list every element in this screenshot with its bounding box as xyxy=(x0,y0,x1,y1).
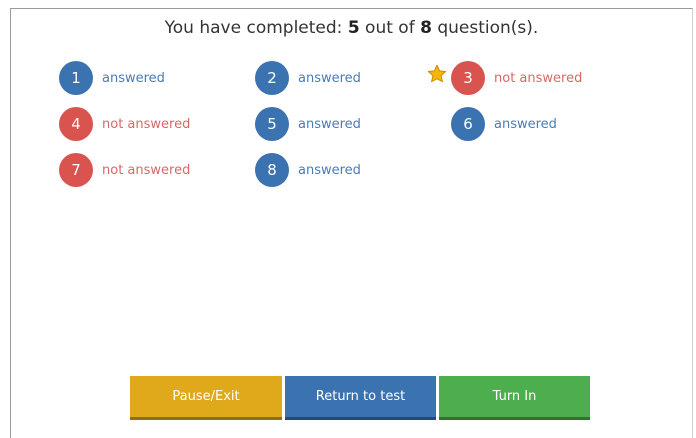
pause-exit-button[interactable]: Pause/Exit xyxy=(130,376,282,420)
question-number-circle[interactable]: 2 xyxy=(255,61,289,95)
completion-summary: You have completed: 5 out of 8 question(… xyxy=(11,18,692,38)
question-item-1[interactable]: 1 answered xyxy=(59,61,165,95)
question-status: answered xyxy=(298,162,361,178)
question-item-7[interactable]: 7 not answered xyxy=(59,153,190,187)
question-status: answered xyxy=(298,116,361,132)
question-item-3[interactable]: 3 not answered xyxy=(451,61,582,95)
question-number-circle[interactable]: 5 xyxy=(255,107,289,141)
completed-count: 5 xyxy=(347,18,360,38)
question-item-4[interactable]: 4 not answered xyxy=(59,107,190,141)
question-status: not answered xyxy=(102,116,191,132)
completion-panel: You have completed: 5 out of 8 question(… xyxy=(10,8,693,438)
question-item-6[interactable]: 6 answered xyxy=(451,107,557,141)
question-status: not answered xyxy=(494,70,583,86)
question-item-2[interactable]: 2 answered xyxy=(255,61,361,95)
question-number-circle[interactable]: 3 xyxy=(451,61,485,95)
summary-prefix: You have completed: xyxy=(164,18,348,38)
summary-middle: out of xyxy=(359,18,421,38)
question-number-circle[interactable]: 4 xyxy=(59,107,93,141)
question-item-5[interactable]: 5 answered xyxy=(255,107,361,141)
question-status: not answered xyxy=(102,162,191,178)
summary-suffix: question(s). xyxy=(431,18,539,38)
star-icon xyxy=(427,64,447,83)
turn-in-button[interactable]: Turn In xyxy=(439,376,590,420)
question-number-circle[interactable]: 6 xyxy=(451,107,485,141)
question-number-circle[interactable]: 8 xyxy=(255,153,289,187)
question-status: answered xyxy=(494,116,557,132)
question-number-circle[interactable]: 1 xyxy=(59,61,93,95)
total-count: 8 xyxy=(420,18,432,38)
question-item-8[interactable]: 8 answered xyxy=(255,153,361,187)
question-number-circle[interactable]: 7 xyxy=(59,153,93,187)
return-to-test-button[interactable]: Return to test xyxy=(285,376,436,420)
question-status: answered xyxy=(298,70,361,86)
question-status: answered xyxy=(102,70,165,86)
